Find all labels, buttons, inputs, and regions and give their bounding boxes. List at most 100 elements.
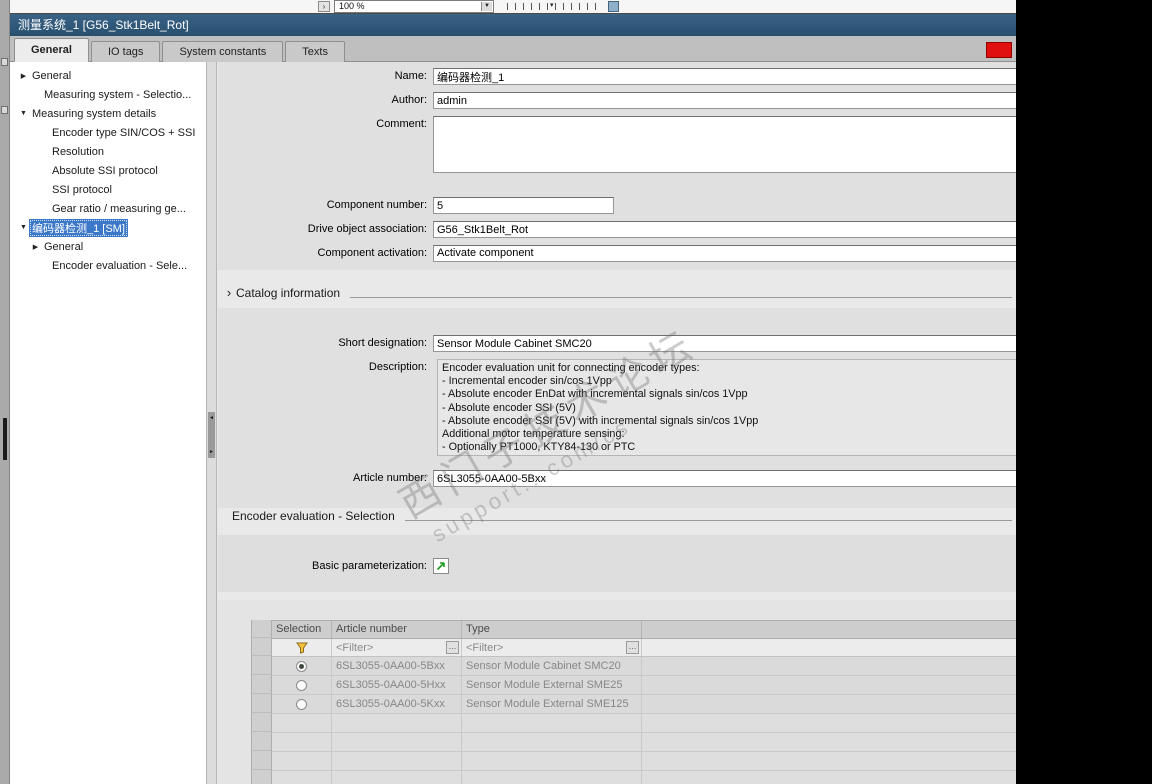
tree-expand-arrow[interactable]: ▼ <box>18 110 29 117</box>
description-line: - Optionally PT1000, KTY84-130 or PTC <box>442 441 636 454</box>
row-gutter-cell[interactable] <box>251 620 272 638</box>
type-cell: Sensor Module External SME125 <box>462 695 642 713</box>
panel-splitter[interactable]: ◄ ► <box>207 62 217 784</box>
description-label: Description: <box>368 361 427 373</box>
row-gutter-cell[interactable] <box>251 675 272 694</box>
table-row[interactable]: 6SL3055-0AA00-5Kxx Sensor Module External… <box>272 695 1016 714</box>
row-gutter-cell[interactable] <box>251 694 272 713</box>
row-gutter-cell[interactable] <box>251 732 272 751</box>
section-rule <box>404 512 1012 521</box>
table-row[interactable]: 6SL3055-0AA00-5Bxx Sensor Module Cabinet … <box>272 657 1016 676</box>
blank-cell <box>332 733 462 751</box>
tree-expand-arrow[interactable]: ▼ <box>18 224 29 231</box>
tree-item-label: Encoder evaluation - Sele... <box>52 259 188 272</box>
encoder-selection-title: Encoder evaluation - Selection <box>232 509 395 523</box>
component-activation-value: Activate component <box>437 247 534 259</box>
description-line: - Absolute encoder SSI (5V) with increme… <box>442 414 759 427</box>
filter-input-type[interactable]: <Filter> … <box>462 639 642 656</box>
column-header-article[interactable]: Article number <box>332 621 462 638</box>
tree-item[interactable]: ▶ General <box>10 237 206 256</box>
comment-textarea[interactable] <box>433 116 1016 173</box>
table-row-empty <box>272 771 1016 784</box>
component-activation-label: Component activation: <box>317 247 427 259</box>
catalog-section-header[interactable]: › Catalog information <box>222 285 1012 301</box>
selection-radio[interactable] <box>296 679 307 691</box>
tree-item[interactable]: SSI protocol <box>10 180 206 199</box>
component-activation-dropdown[interactable]: Activate component <box>433 245 1016 262</box>
tree-item-label: Resolution <box>52 145 104 158</box>
description-box: Encoder evaluation unit for connecting e… <box>437 359 1016 456</box>
short-designation-label: Short designation: <box>338 337 427 349</box>
filter-input-article[interactable]: <Filter> … <box>332 639 462 656</box>
splitter-handle[interactable]: ◄ ► <box>208 412 215 458</box>
tree-expand-arrow[interactable]: ▶ <box>18 72 29 80</box>
error-badge <box>986 42 1012 58</box>
tree-item[interactable]: Resolution <box>10 142 206 161</box>
dock-icon[interactable] <box>1 58 8 66</box>
filter-placeholder: <Filter> <box>336 641 374 654</box>
tree-item[interactable]: Absolute SSI protocol <box>10 161 206 180</box>
tab-general[interactable]: General <box>14 38 89 62</box>
filter-options-icon[interactable]: … <box>446 641 459 654</box>
row-gutter-cell[interactable] <box>251 770 272 784</box>
article-number-cell: 6SL3055-0AA00-5Hxx <box>332 676 462 694</box>
article-number-label: Article number: <box>353 472 427 484</box>
tree-item[interactable]: Measuring system - Selectio... <box>10 85 206 104</box>
author-input[interactable] <box>433 92 1016 109</box>
tab-texts[interactable]: Texts <box>285 41 345 62</box>
dock-slider[interactable] <box>3 418 7 460</box>
drive-object-input[interactable] <box>433 221 1016 238</box>
encoder-selection-header: Encoder evaluation - Selection <box>222 509 1012 523</box>
tree-item[interactable]: Encoder evaluation - Sele... <box>10 256 206 275</box>
blank-cell <box>462 733 642 751</box>
selection-radio[interactable] <box>296 698 307 710</box>
selection-cell <box>272 676 332 694</box>
tree-item[interactable]: Gear ratio / measuring ge... <box>10 199 206 218</box>
component-number-input[interactable] <box>433 197 614 214</box>
screen: › 100 % ▼ ▾ 测量系统_1 [G56_Stk1Belt_Rot] Ge… <box>0 0 1152 784</box>
funnel-filter-icon[interactable] <box>295 642 308 654</box>
blank-cell <box>462 771 642 784</box>
blank-cell <box>332 771 462 784</box>
dock-icon[interactable] <box>1 106 8 114</box>
tab-io-tags[interactable]: IO tags <box>90 41 161 62</box>
inspector-content: ▶ General Measuring system - Selectio... ▼ M… <box>10 62 1016 784</box>
filter-options-icon[interactable]: … <box>626 641 639 654</box>
tree-item[interactable]: ▼ 编码器检测_1 [SM] <box>10 218 206 237</box>
tree-item-label: SSI protocol <box>52 183 112 196</box>
row-gutter-cell[interactable] <box>251 713 272 732</box>
inspector-title-bar: 测量系统_1 [G56_Stk1Belt_Rot] <box>10 14 1016 36</box>
row-gutter-cell[interactable] <box>251 656 272 675</box>
tree-item-label: Measuring system details <box>32 107 157 120</box>
short-designation-input[interactable] <box>433 335 1016 352</box>
table-row[interactable]: 6SL3055-0AA00-5Hxx Sensor Module External… <box>272 676 1016 695</box>
toolbar-tool-icon[interactable] <box>608 1 619 12</box>
column-header-type[interactable]: Type <box>462 621 642 638</box>
zoom-combo[interactable]: 100 % ▼ <box>334 0 494 13</box>
name-input[interactable] <box>433 68 1016 85</box>
row-gutter-cell[interactable] <box>251 751 272 770</box>
blank-cell <box>642 657 1016 675</box>
tree-item[interactable]: ▼ Measuring system details <box>10 104 206 123</box>
description-line: - Absolute encoder EnDat with incrementa… <box>442 388 748 401</box>
row-gutter-cell[interactable] <box>251 638 272 656</box>
type-cell: Sensor Module Cabinet SMC20 <box>462 657 642 675</box>
basic-parameterization-link-icon[interactable] <box>433 558 449 574</box>
toolbar-expand-icon[interactable]: › <box>318 1 330 12</box>
column-header-selection[interactable]: Selection <box>272 621 332 638</box>
component-number-label: Component number: <box>326 199 427 211</box>
ruler-icon <box>507 3 603 10</box>
tree-item[interactable]: Encoder type SIN/COS + SSI <box>10 123 206 142</box>
section-rule <box>350 289 1012 298</box>
tree-expand-arrow[interactable]: ▶ <box>30 243 41 251</box>
article-number-input[interactable] <box>433 470 1016 487</box>
drive-object-label: Drive object association: <box>307 223 427 235</box>
chevron-down-icon[interactable]: ▼ <box>481 2 492 11</box>
chevron-right-icon[interactable]: › <box>222 285 236 301</box>
blank-cell <box>642 676 1016 694</box>
table-header-row: Selection Article number Type <box>272 621 1016 639</box>
tree-item[interactable]: ▶ General <box>10 66 206 85</box>
tab-system-constants[interactable]: System constants <box>162 41 284 62</box>
filter-cell-blank <box>642 639 1016 656</box>
selection-radio[interactable] <box>296 660 307 672</box>
